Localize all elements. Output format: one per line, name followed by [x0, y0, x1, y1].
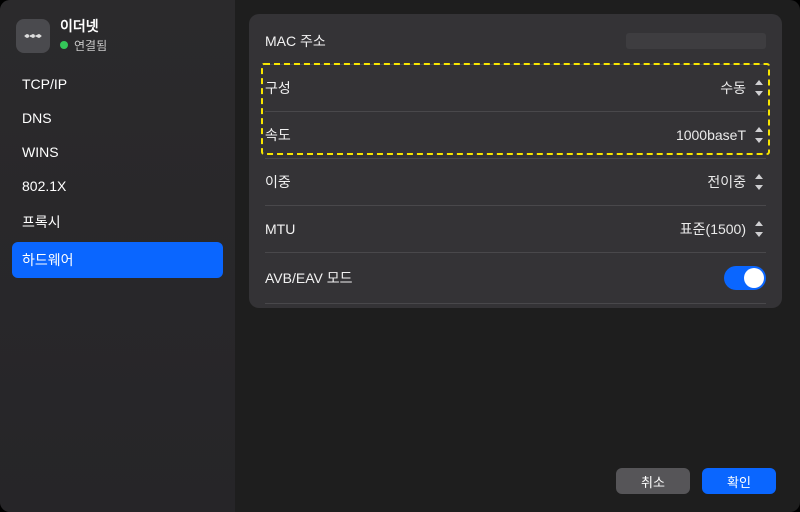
hardware-card: MAC 주소 구성 수동 속도 1000baseT 이중	[249, 14, 782, 308]
status-dot-icon	[60, 41, 68, 49]
config-label: 구성	[265, 78, 291, 98]
toggle-knob	[744, 268, 764, 288]
connection-title-block: 이더넷 연결됨	[60, 18, 107, 54]
duplex-value: 전이중	[707, 172, 746, 192]
mtu-value: 표준(1500)	[680, 219, 746, 239]
connection-status: 연결됨	[60, 37, 107, 54]
row-avb: AVB/EAV 모드	[265, 253, 766, 304]
row-config[interactable]: 구성 수동	[265, 65, 766, 112]
avb-label: AVB/EAV 모드	[265, 268, 353, 288]
config-value: 수동	[720, 78, 746, 98]
updown-icon	[752, 174, 766, 190]
sidebar: 이더넷 연결됨 TCP/IP DNS WINS 802.1X 프록시 하드웨어	[0, 0, 235, 512]
connection-status-text: 연결됨	[74, 37, 107, 54]
cancel-button[interactable]: 취소	[616, 468, 690, 494]
network-advanced-window: 이더넷 연결됨 TCP/IP DNS WINS 802.1X 프록시 하드웨어 …	[0, 0, 800, 512]
ethernet-icon	[16, 19, 50, 53]
sidebar-item-hardware[interactable]: 하드웨어	[12, 242, 223, 278]
sidebar-item-dns[interactable]: DNS	[12, 102, 223, 134]
main-panel: MAC 주소 구성 수동 속도 1000baseT 이중	[235, 0, 800, 512]
sidebar-item-tcpip[interactable]: TCP/IP	[12, 68, 223, 100]
sidebar-item-proxy[interactable]: 프록시	[12, 204, 223, 240]
ok-button[interactable]: 확인	[702, 468, 776, 494]
mac-value	[626, 33, 766, 49]
footer-buttons: 취소 확인	[616, 468, 776, 494]
speed-value: 1000baseT	[676, 127, 746, 143]
row-mac: MAC 주소	[265, 18, 766, 65]
connection-header: 이더넷 연결됨	[12, 18, 223, 54]
row-speed[interactable]: 속도 1000baseT	[265, 112, 766, 159]
avb-toggle[interactable]	[724, 266, 766, 290]
mac-address-redacted	[626, 33, 766, 49]
updown-icon	[752, 127, 766, 143]
updown-icon	[752, 221, 766, 237]
speed-label: 속도	[265, 125, 291, 145]
sidebar-item-wins[interactable]: WINS	[12, 136, 223, 168]
mtu-label: MTU	[265, 221, 295, 237]
mac-label: MAC 주소	[265, 31, 326, 51]
row-duplex[interactable]: 이중 전이중	[265, 159, 766, 206]
updown-icon	[752, 80, 766, 96]
connection-name: 이더넷	[60, 18, 107, 35]
sidebar-item-8021x[interactable]: 802.1X	[12, 170, 223, 202]
duplex-label: 이중	[265, 172, 291, 192]
row-mtu[interactable]: MTU 표준(1500)	[265, 206, 766, 253]
